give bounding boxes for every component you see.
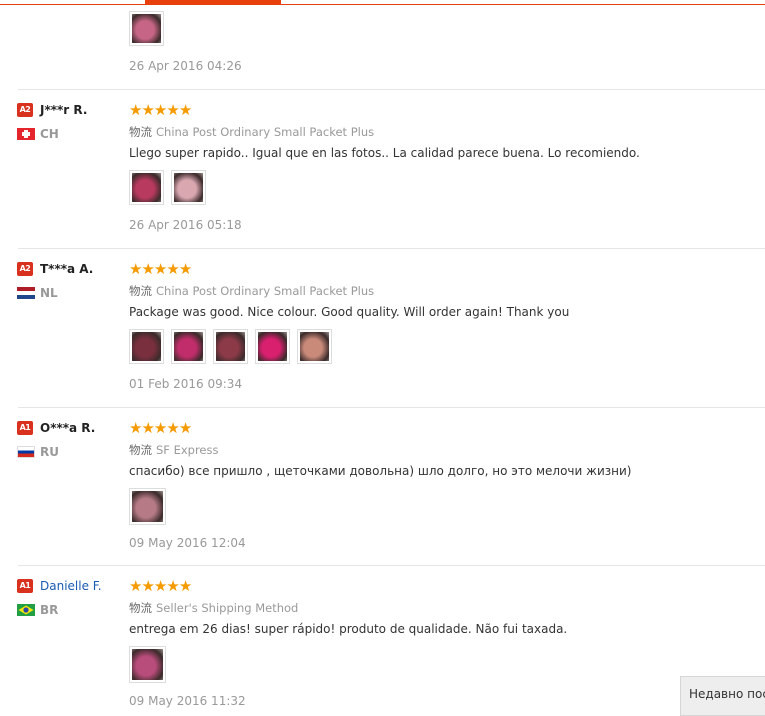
- star-icon: ★: [153, 260, 167, 278]
- header-divider: [0, 4, 765, 5]
- review-photo-thumbnail[interactable]: [171, 329, 206, 364]
- review-text: спасибо) все пришло , щеточками довольна…: [129, 464, 632, 478]
- review-divider: [18, 407, 765, 408]
- review-divider: [18, 565, 765, 566]
- review-photos: [129, 646, 749, 683]
- buyer-level-badge: A2: [17, 262, 33, 276]
- review-date: 09 May 2016 12:04: [129, 536, 246, 550]
- rating-stars: ★ ★ ★ ★ ★: [129, 578, 749, 594]
- review-photos: [129, 329, 749, 364]
- shipping-value: China Post Ordinary Small Packet Plus: [156, 284, 375, 298]
- reviewer-name: O***a R.: [40, 421, 96, 435]
- photo-image: [300, 332, 329, 361]
- recently-viewed-popup[interactable]: Недавно пос: [680, 676, 765, 716]
- review-date: 09 May 2016 11:32: [129, 694, 246, 708]
- reviewer-info: A1 Danielle F. BR: [17, 578, 127, 618]
- brazil-flag-icon: [17, 604, 35, 616]
- star-icon: ★: [153, 101, 167, 119]
- shipping-value: SF Express: [156, 443, 219, 457]
- review-date: 01 Feb 2016 09:34: [129, 377, 243, 391]
- review-photo-thumbnail[interactable]: [129, 11, 164, 46]
- shipping-label: 物流: [129, 443, 152, 457]
- photo-image: [132, 173, 161, 202]
- buyer-level-badge: A1: [17, 421, 33, 435]
- review-date: 26 Apr 2016 04:26: [129, 59, 242, 73]
- review-photo-thumbnail[interactable]: [255, 329, 290, 364]
- reviewer-info: A2 T***a A. NL: [17, 261, 127, 301]
- review-photo-thumbnail[interactable]: [129, 646, 166, 683]
- rating-stars: ★ ★ ★ ★ ★: [129, 261, 749, 277]
- star-icon: ★: [166, 419, 179, 437]
- star-icon: ★: [153, 577, 167, 595]
- shipping-label: 物流: [129, 601, 152, 615]
- reviewer-name: T***a A.: [40, 262, 94, 276]
- reviewer-name-link[interactable]: Danielle F.: [40, 579, 102, 593]
- star-icon: ★: [178, 101, 192, 119]
- star-icon: ★: [129, 577, 142, 595]
- review-photo-thumbnail[interactable]: [129, 170, 164, 205]
- shipping-value: China Post Ordinary Small Packet Plus: [156, 125, 375, 139]
- review-photos: [129, 488, 749, 525]
- shipping-method: 物流 China Post Ordinary Small Packet Plus: [129, 283, 749, 298]
- photo-image: [216, 332, 245, 361]
- star-icon: ★: [178, 260, 192, 278]
- review-photo-thumbnail[interactable]: [129, 488, 166, 525]
- review-divider: [18, 248, 765, 249]
- star-icon: ★: [166, 101, 179, 119]
- review-photos: [129, 170, 749, 205]
- reviewer-country: CH: [40, 127, 59, 141]
- review-photos: [129, 11, 749, 46]
- recently-viewed-label: Недавно пос: [689, 687, 765, 701]
- buyer-level-badge: A1: [17, 579, 33, 593]
- shipping-label: 物流: [129, 125, 152, 139]
- switzerland-flag-icon: [17, 128, 35, 140]
- review-photo-thumbnail[interactable]: [171, 170, 206, 205]
- review-photo-thumbnail[interactable]: [129, 329, 164, 364]
- netherlands-flag-icon: [17, 287, 35, 299]
- star-icon: ★: [153, 419, 167, 437]
- reviewer-country: RU: [40, 445, 59, 459]
- shipping-label: 物流: [129, 284, 152, 298]
- reviewer-country: NL: [40, 286, 58, 300]
- star-icon: ★: [129, 101, 142, 119]
- star-icon: ★: [129, 260, 142, 278]
- review-photo-thumbnail[interactable]: [213, 329, 248, 364]
- review-text: Llego super rapido.. Igual que en las fo…: [129, 146, 640, 160]
- photo-image: [258, 332, 287, 361]
- photo-image: [132, 649, 163, 680]
- rating-stars: ★ ★ ★ ★ ★: [129, 420, 749, 436]
- star-icon: ★: [166, 577, 179, 595]
- star-icon: ★: [141, 260, 154, 278]
- russia-flag-icon: [17, 446, 35, 458]
- photo-image: [132, 332, 161, 361]
- star-icon: ★: [178, 577, 192, 595]
- photo-image: [132, 491, 163, 522]
- shipping-value: Seller's Shipping Method: [156, 601, 299, 615]
- photo-image: [132, 14, 161, 43]
- shipping-method: 物流 SF Express: [129, 442, 749, 457]
- active-tab-indicator: [145, 0, 281, 5]
- review-divider: [18, 89, 765, 90]
- shipping-method: 物流 China Post Ordinary Small Packet Plus: [129, 124, 749, 139]
- star-icon: ★: [166, 260, 179, 278]
- buyer-level-badge: A2: [17, 103, 33, 117]
- star-icon: ★: [141, 419, 154, 437]
- star-icon: ★: [141, 577, 154, 595]
- star-icon: ★: [178, 419, 192, 437]
- reviewer-info: A2 J***r R. CH: [17, 102, 127, 142]
- review-text: entrega em 26 dias! super rápido! produt…: [129, 622, 568, 636]
- reviewer-info: A1 O***a R. RU: [17, 420, 127, 460]
- photo-image: [174, 173, 203, 202]
- reviewer-country: BR: [40, 603, 59, 617]
- photo-image: [174, 332, 203, 361]
- reviewer-name: J***r R.: [40, 103, 88, 117]
- review-text: Package was good. Nice colour. Good qual…: [129, 305, 570, 319]
- shipping-method: 物流 Seller's Shipping Method: [129, 600, 749, 615]
- star-icon: ★: [129, 419, 142, 437]
- star-icon: ★: [141, 101, 154, 119]
- rating-stars: ★ ★ ★ ★ ★: [129, 102, 749, 118]
- review-date: 26 Apr 2016 05:18: [129, 218, 242, 232]
- review-photo-thumbnail[interactable]: [297, 329, 332, 364]
